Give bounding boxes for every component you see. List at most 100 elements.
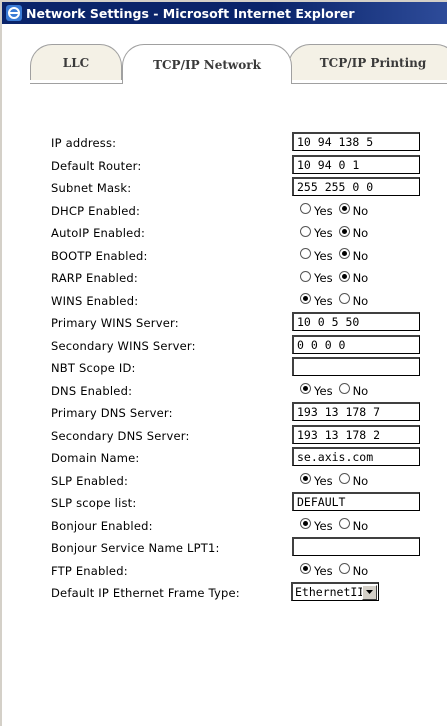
radio-checked-icon [338, 203, 350, 214]
window-title: Network Settings - Microsoft Internet Ex… [26, 5, 355, 21]
slp-label: SLP Enabled: [51, 473, 129, 488]
row-primary-wins: Primary WINS Server: 10 0 5 50 [51, 312, 441, 335]
dhcp-label: DHCP Enabled: [51, 203, 141, 218]
rarp-label: RARP Enabled: [51, 271, 138, 285]
row-slp: SLP Enabled: Yes No [51, 470, 441, 493]
default-router-label: Default Router: [51, 158, 142, 173]
radio-unchecked-icon [338, 473, 350, 484]
row-bootp: BOOTP Enabled: Yes No [51, 245, 441, 268]
autoip-no-radio[interactable]: No [338, 224, 368, 240]
radio-unchecked-icon [300, 225, 311, 237]
bootp-label: BOOTP Enabled: [51, 248, 148, 263]
nbt-scope-input[interactable] [292, 357, 420, 376]
wins-no-radio[interactable]: No [338, 292, 368, 308]
radio-checked-icon [300, 383, 311, 394]
ftp-label: FTP Enabled: [51, 563, 128, 578]
radio-checked-icon [338, 225, 350, 237]
bonjour-label: Bonjour Enabled: [51, 518, 153, 533]
rarp-yes-radio[interactable]: Yes [300, 269, 333, 285]
radio-checked-icon [338, 248, 350, 259]
radio-checked-icon [338, 270, 350, 282]
radio-unchecked-icon [338, 293, 350, 304]
secondary-wins-label: Secondary WINS Server: [51, 338, 196, 353]
browser-window: Network Settings - Microsoft Internet Ex… [0, 0, 447, 726]
row-nbt-scope: NBT Scope ID: [51, 357, 441, 380]
radio-checked-icon [300, 293, 311, 304]
slp-no-radio[interactable]: No [338, 472, 368, 488]
slp-scope-label: SLP scope list: [51, 496, 137, 510]
bonjour-no-radio[interactable]: No [338, 517, 368, 533]
row-ip-address: IP address: 10 94 138 5 [51, 132, 441, 155]
row-bonjour-service-name: Bonjour Service Name LPT1: [51, 537, 441, 560]
frame-type-label: Default IP Ethernet Frame Type: [51, 586, 240, 600]
autoip-radio-group: Yes No [300, 224, 374, 240]
wins-radio-group: Yes No [300, 292, 374, 308]
bonjour-service-name-input[interactable] [292, 537, 420, 556]
domain-name-input[interactable]: se.axis.com [292, 447, 420, 466]
subnet-mask-label: Subnet Mask: [51, 181, 132, 195]
subnet-mask-input[interactable]: 255 255 0 0 [292, 177, 420, 196]
row-dns: DNS Enabled: Yes No [51, 380, 441, 403]
tab-tcpip-network[interactable]: TCP/IP Network [122, 44, 292, 84]
default-router-input[interactable]: 10 94 0 1 [292, 154, 420, 174]
radio-unchecked-icon [300, 203, 311, 214]
row-default-router: Default Router: 10 94 0 1 [51, 154, 441, 178]
tab-llc[interactable]: LLC [30, 44, 122, 80]
nbt-scope-label: NBT Scope ID: [51, 361, 136, 375]
dhcp-yes-radio[interactable]: Yes [300, 202, 333, 218]
tab-strip: LLC TCP/IP Printing TCP/IP Network [30, 44, 447, 84]
bootp-no-radio[interactable]: No [338, 247, 368, 263]
radio-unchecked-icon [338, 518, 350, 529]
rarp-no-radio[interactable]: No [338, 269, 368, 285]
row-slp-scope: SLP scope list: DEFAULT [51, 492, 441, 515]
row-rarp: RARP Enabled: Yes No [51, 267, 441, 290]
ftp-radio-group: Yes No [300, 562, 374, 578]
dns-label: DNS Enabled: [51, 383, 133, 398]
bootp-radio-group: Yes No [300, 247, 374, 263]
row-domain-name: Domain Name: se.axis.com [51, 447, 441, 470]
primary-wins-label: Primary WINS Server: [51, 316, 179, 330]
autoip-yes-radio[interactable]: Yes [300, 224, 333, 240]
radio-checked-icon [300, 473, 311, 484]
radio-checked-icon [300, 563, 311, 574]
bootp-yes-radio[interactable]: Yes [300, 247, 333, 263]
ftp-yes-radio[interactable]: Yes [300, 562, 333, 578]
wins-label: WINS Enabled: [51, 293, 139, 308]
row-secondary-dns: Secondary DNS Server: 193 13 178 2 [51, 424, 441, 448]
slp-scope-input[interactable]: DEFAULT [292, 492, 420, 511]
row-dhcp: DHCP Enabled: Yes No [51, 200, 441, 223]
dns-yes-radio[interactable]: Yes [300, 382, 333, 398]
bonjour-radio-group: Yes No [300, 517, 374, 533]
domain-name-label: Domain Name: [51, 451, 140, 465]
frame-type-value: EthernetII [295, 585, 362, 599]
row-wins: WINS Enabled: Yes No [51, 290, 441, 313]
radio-unchecked-icon [338, 563, 350, 574]
row-frame-type: Default IP Ethernet Frame Type: Ethernet… [51, 582, 441, 605]
secondary-dns-label: Secondary DNS Server: [51, 428, 190, 443]
slp-yes-radio[interactable]: Yes [300, 472, 333, 488]
frame-type-select[interactable]: EthernetII [291, 582, 379, 601]
primary-dns-input[interactable]: 193 13 178 7 [292, 402, 420, 421]
tab-tcpip-printing[interactable]: TCP/IP Printing [288, 44, 447, 80]
radio-unchecked-icon [300, 248, 311, 259]
row-primary-dns: Primary DNS Server: 193 13 178 7 [51, 402, 441, 425]
row-subnet-mask: Subnet Mask: 255 255 0 0 [51, 177, 441, 200]
dns-no-radio[interactable]: No [338, 382, 368, 398]
wins-yes-radio[interactable]: Yes [300, 292, 333, 308]
dhcp-no-radio[interactable]: No [338, 202, 368, 218]
bonjour-service-name-label: Bonjour Service Name LPT1: [51, 541, 220, 555]
secondary-wins-input[interactable]: 0 0 0 0 [292, 334, 420, 354]
secondary-dns-input[interactable]: 193 13 178 2 [292, 424, 420, 444]
radio-unchecked-icon [300, 270, 311, 282]
bonjour-yes-radio[interactable]: Yes [300, 517, 333, 533]
ftp-no-radio[interactable]: No [338, 562, 368, 578]
radio-checked-icon [300, 518, 311, 529]
chevron-down-icon[interactable] [362, 584, 377, 600]
row-bonjour: Bonjour Enabled: Yes No [51, 515, 441, 538]
dns-radio-group: Yes No [300, 382, 374, 398]
slp-radio-group: Yes No [300, 472, 374, 488]
ip-address-input[interactable]: 10 94 138 5 [292, 132, 420, 151]
primary-wins-input[interactable]: 10 0 5 50 [292, 312, 420, 331]
title-bar[interactable]: Network Settings - Microsoft Internet Ex… [2, 2, 447, 24]
autoip-label: AutoIP Enabled: [51, 226, 146, 240]
